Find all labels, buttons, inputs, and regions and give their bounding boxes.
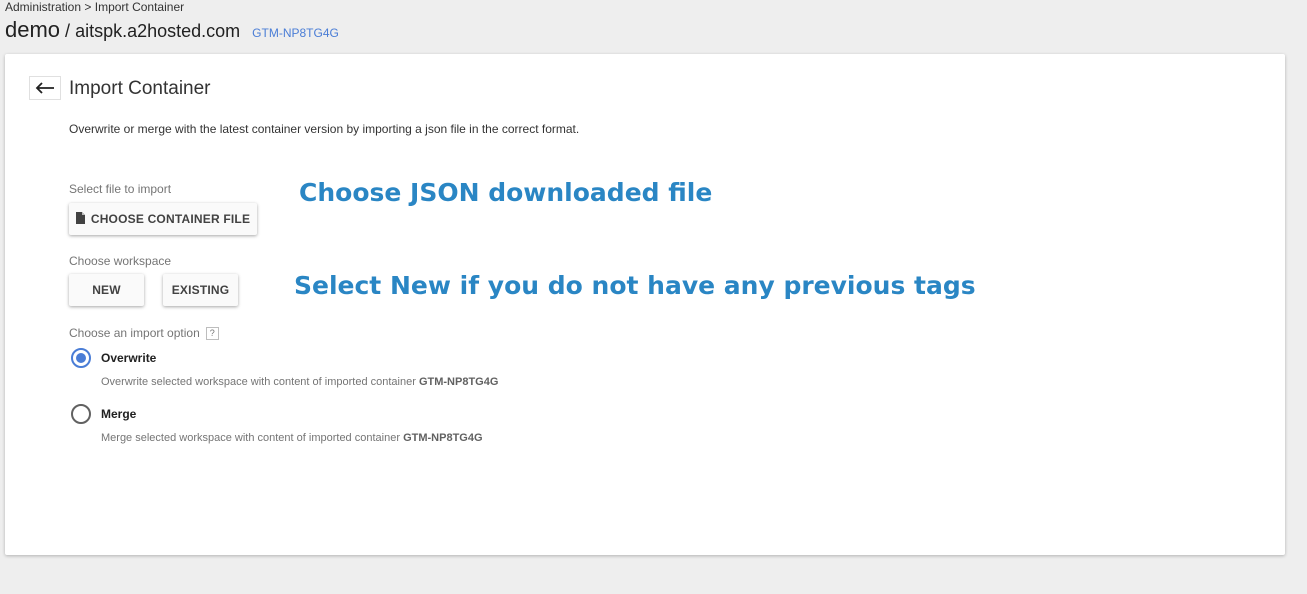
page-title: Import Container: [69, 78, 211, 99]
header-slash: /: [65, 21, 71, 41]
merge-radio[interactable]: [71, 404, 91, 424]
page-header: demo / aitspk.a2hosted.com GTM-NP8TG4G: [5, 17, 339, 43]
merge-option-description: Merge selected workspace with content of…: [101, 432, 483, 444]
new-workspace-button[interactable]: NEW: [69, 274, 144, 306]
file-hint-annotation: Choose JSON downloaded file: [299, 178, 713, 207]
breadcrumb-separator: >: [84, 0, 92, 14]
merge-description-text: Merge selected workspace with content of…: [101, 432, 400, 444]
merge-option-label[interactable]: Merge: [101, 407, 136, 421]
overwrite-option-label[interactable]: Overwrite: [101, 351, 156, 365]
breadcrumb: Administration > Import Container: [5, 0, 184, 15]
file-icon: [75, 211, 85, 227]
container-name[interactable]: aitspk.a2hosted.com: [75, 21, 240, 42]
import-option-label: Choose an import option: [69, 326, 200, 340]
merge-container-id: GTM-NP8TG4G: [403, 432, 483, 444]
overwrite-radio[interactable]: [71, 348, 91, 368]
choose-workspace-label: Choose workspace: [69, 254, 172, 268]
choose-container-file-button[interactable]: CHOOSE CONTAINER FILE: [69, 203, 257, 235]
select-file-label: Select file to import: [69, 182, 172, 196]
choose-container-file-label: CHOOSE CONTAINER FILE: [90, 212, 251, 226]
overwrite-description-text: Overwrite selected workspace with conten…: [101, 376, 416, 388]
help-icon[interactable]: ?: [205, 327, 219, 341]
container-id[interactable]: GTM-NP8TG4G: [252, 26, 339, 40]
import-option-label-row: Choose an import option?: [69, 326, 219, 341]
workspace-hint-annotation: Select New if you do not have any previo…: [294, 271, 976, 300]
overwrite-container-id: GTM-NP8TG4G: [418, 376, 499, 388]
overwrite-option-description: Overwrite selected workspace with conten…: [101, 376, 498, 388]
import-container-card: Import Container Overwrite or merge with…: [5, 54, 1285, 555]
arrow-back-icon: [35, 82, 54, 94]
back-button[interactable]: [29, 76, 61, 100]
breadcrumb-current: Import Container: [94, 0, 185, 14]
account-name[interactable]: demo: [5, 17, 60, 43]
breadcrumb-admin-link[interactable]: Administration: [5, 0, 81, 14]
existing-workspace-button[interactable]: EXISTING: [163, 274, 238, 306]
page-description: Overwrite or merge with the latest conta…: [69, 122, 580, 136]
